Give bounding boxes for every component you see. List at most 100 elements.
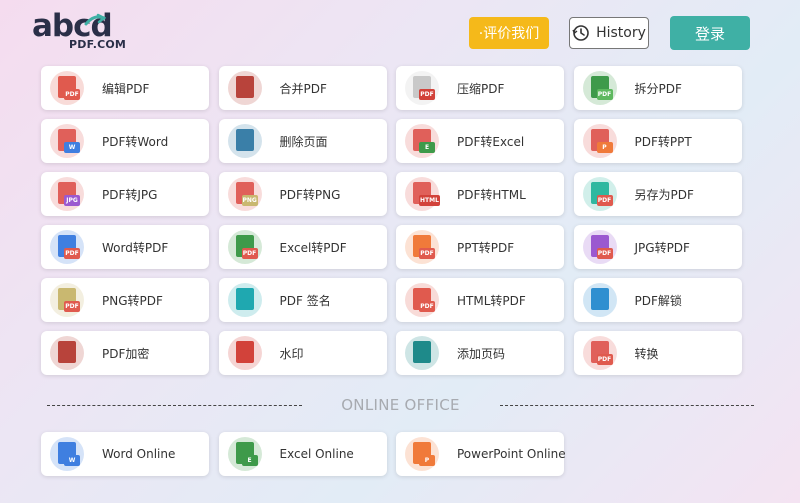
pdf-to-word-icon: W xyxy=(50,124,84,158)
history-icon xyxy=(572,25,589,41)
tool-label: Word转PDF xyxy=(102,240,169,255)
tool-card-convert[interactable]: PDF 转换 xyxy=(573,331,742,375)
tool-label: 转换 xyxy=(634,346,659,361)
tool-card-excel-online[interactable]: E Excel Online xyxy=(218,432,387,476)
tool-label: Excel Online xyxy=(279,447,354,461)
tool-card-pdf-to-png[interactable]: PNG PDF转PNG xyxy=(218,172,387,216)
icon-badge: PDF xyxy=(596,354,613,365)
add-page-numbers-icon xyxy=(405,336,439,370)
icon-badge: E xyxy=(419,142,435,153)
tool-card-edit-pdf[interactable]: PDF 编辑PDF xyxy=(41,66,209,110)
icon-badge: PDF xyxy=(419,89,435,100)
merge-pdf-icon xyxy=(227,71,262,105)
tool-label: 合并PDF xyxy=(279,81,327,96)
icon-badge: PDF xyxy=(419,301,435,312)
tool-card-pdf-to-ppt[interactable]: P PDF转PPT xyxy=(573,119,742,163)
tool-card-pdf-unlock[interactable]: PDF解锁 xyxy=(573,278,742,322)
tool-card-merge-pdf[interactable]: 合并PDF xyxy=(218,66,387,110)
pdf-encrypt-icon xyxy=(50,336,84,370)
icon-badge: W xyxy=(64,455,80,466)
logo-swoosh-icon xyxy=(84,13,106,26)
edit-pdf-icon: PDF xyxy=(50,71,84,105)
pdf-sign-icon xyxy=(227,283,262,317)
tool-label: PDF转Excel xyxy=(457,134,525,149)
icon-badge: PDF xyxy=(64,248,80,259)
pdf-to-excel-icon: E xyxy=(405,124,439,158)
png-to-pdf-icon: PDF xyxy=(50,283,84,317)
convert-icon: PDF xyxy=(582,336,617,370)
tool-card-pdf-to-jpg[interactable]: JPG PDF转JPG xyxy=(41,172,209,216)
icon-badge: PNG xyxy=(241,195,258,206)
icon-badge: PDF xyxy=(64,89,80,100)
tool-card-png-to-pdf[interactable]: PDF PNG转PDF xyxy=(41,278,209,322)
tool-label: PDF转HTML xyxy=(457,187,526,202)
icon-badge: P xyxy=(419,455,435,466)
icon-badge: P xyxy=(596,142,613,153)
login-button[interactable]: 登录 xyxy=(670,16,750,50)
tool-card-watermark[interactable]: 水印 xyxy=(218,331,387,375)
icon-badge: JPG xyxy=(64,195,80,206)
tool-label: PDF解锁 xyxy=(634,293,682,308)
split-pdf-icon: PDF xyxy=(582,71,617,105)
tool-label: PDF转PNG xyxy=(279,187,341,202)
html-to-pdf-icon: PDF xyxy=(405,283,439,317)
tool-label: 删除页面 xyxy=(279,134,328,149)
tool-label: PDF转Word xyxy=(102,134,169,149)
tool-label: PDF加密 xyxy=(102,346,150,361)
tool-card-pdf-sign[interactable]: PDF 签名 xyxy=(218,278,387,322)
tool-card-save-as-pdf[interactable]: PDF 另存为PDF xyxy=(573,172,742,216)
tool-label: 拆分PDF xyxy=(634,81,682,96)
word-online-icon: W xyxy=(50,437,84,471)
pdf-to-jpg-icon: JPG xyxy=(50,177,84,211)
tool-label: PDF转JPG xyxy=(102,187,158,202)
tool-label: 压缩PDF xyxy=(457,81,505,96)
logo[interactable]: abcd PDF.COM xyxy=(32,8,126,55)
history-label: History xyxy=(596,25,646,41)
pdf-to-png-icon: PNG xyxy=(227,177,262,211)
tool-card-add-page-numbers[interactable]: 添加页码 xyxy=(396,331,564,375)
icon-badge: PDF xyxy=(596,248,613,259)
online-grid: W Word Online E Excel Online P PowerPoint Onl… xyxy=(41,432,566,476)
pdf-to-html-icon: HTML xyxy=(405,177,440,211)
icon-badge: W xyxy=(64,142,80,153)
tool-card-pdf-encrypt[interactable]: PDF加密 xyxy=(41,331,209,375)
powerpoint-online-icon: P xyxy=(405,437,439,471)
tool-label: 添加页码 xyxy=(457,346,506,361)
tool-card-powerpoint-online[interactable]: P PowerPoint Online xyxy=(396,432,566,476)
tool-label: PowerPoint Online xyxy=(457,447,566,461)
ppt-to-pdf-icon: PDF xyxy=(405,230,439,264)
online-office-divider: ONLINE OFFICE xyxy=(47,396,754,425)
tool-card-delete-pages[interactable]: 删除页面 xyxy=(218,119,387,163)
tool-label: Excel转PDF xyxy=(279,240,347,255)
tool-card-pdf-to-excel[interactable]: E PDF转Excel xyxy=(396,119,564,163)
jpg-to-pdf-icon: PDF xyxy=(582,230,617,264)
icon-badge: PDF xyxy=(419,248,435,259)
tool-card-split-pdf[interactable]: PDF 拆分PDF xyxy=(573,66,742,110)
tool-card-excel-to-pdf[interactable]: PDF Excel转PDF xyxy=(218,225,387,269)
icon-badge: PDF xyxy=(64,301,80,312)
tool-card-ppt-to-pdf[interactable]: PDF PPT转PDF xyxy=(396,225,564,269)
pdf-unlock-icon xyxy=(582,283,617,317)
tool-card-word-to-pdf[interactable]: PDF Word转PDF xyxy=(41,225,209,269)
rate-us-button[interactable]: ·评价我们 xyxy=(469,17,549,49)
save-as-pdf-icon: PDF xyxy=(582,177,617,211)
compress-pdf-icon: PDF xyxy=(405,71,439,105)
tool-label: 编辑PDF xyxy=(102,81,150,96)
delete-pages-icon xyxy=(227,124,262,158)
tool-card-word-online[interactable]: W Word Online xyxy=(41,432,209,476)
online-office-title: ONLINE OFFICE xyxy=(341,396,460,414)
icon-badge: E xyxy=(241,455,258,466)
tool-card-html-to-pdf[interactable]: PDF HTML转PDF xyxy=(396,278,564,322)
tool-label: PDF转PPT xyxy=(634,134,692,149)
tool-card-compress-pdf[interactable]: PDF 压缩PDF xyxy=(396,66,564,110)
icon-badge: PDF xyxy=(241,248,258,259)
icon-badge: HTML xyxy=(419,195,440,206)
tools-grid: PDF 编辑PDF 合并PDF PDF 压缩PDF PDF 拆分PDF W PDF转Word 删除… xyxy=(41,66,742,375)
excel-to-pdf-icon: PDF xyxy=(227,230,262,264)
tool-label: PDF 签名 xyxy=(279,293,331,308)
tool-card-pdf-to-html[interactable]: HTML PDF转HTML xyxy=(396,172,564,216)
pdf-to-ppt-icon: P xyxy=(582,124,617,158)
tool-card-pdf-to-word[interactable]: W PDF转Word xyxy=(41,119,209,163)
history-button[interactable]: History xyxy=(569,17,649,49)
tool-card-jpg-to-pdf[interactable]: PDF JPG转PDF xyxy=(573,225,742,269)
